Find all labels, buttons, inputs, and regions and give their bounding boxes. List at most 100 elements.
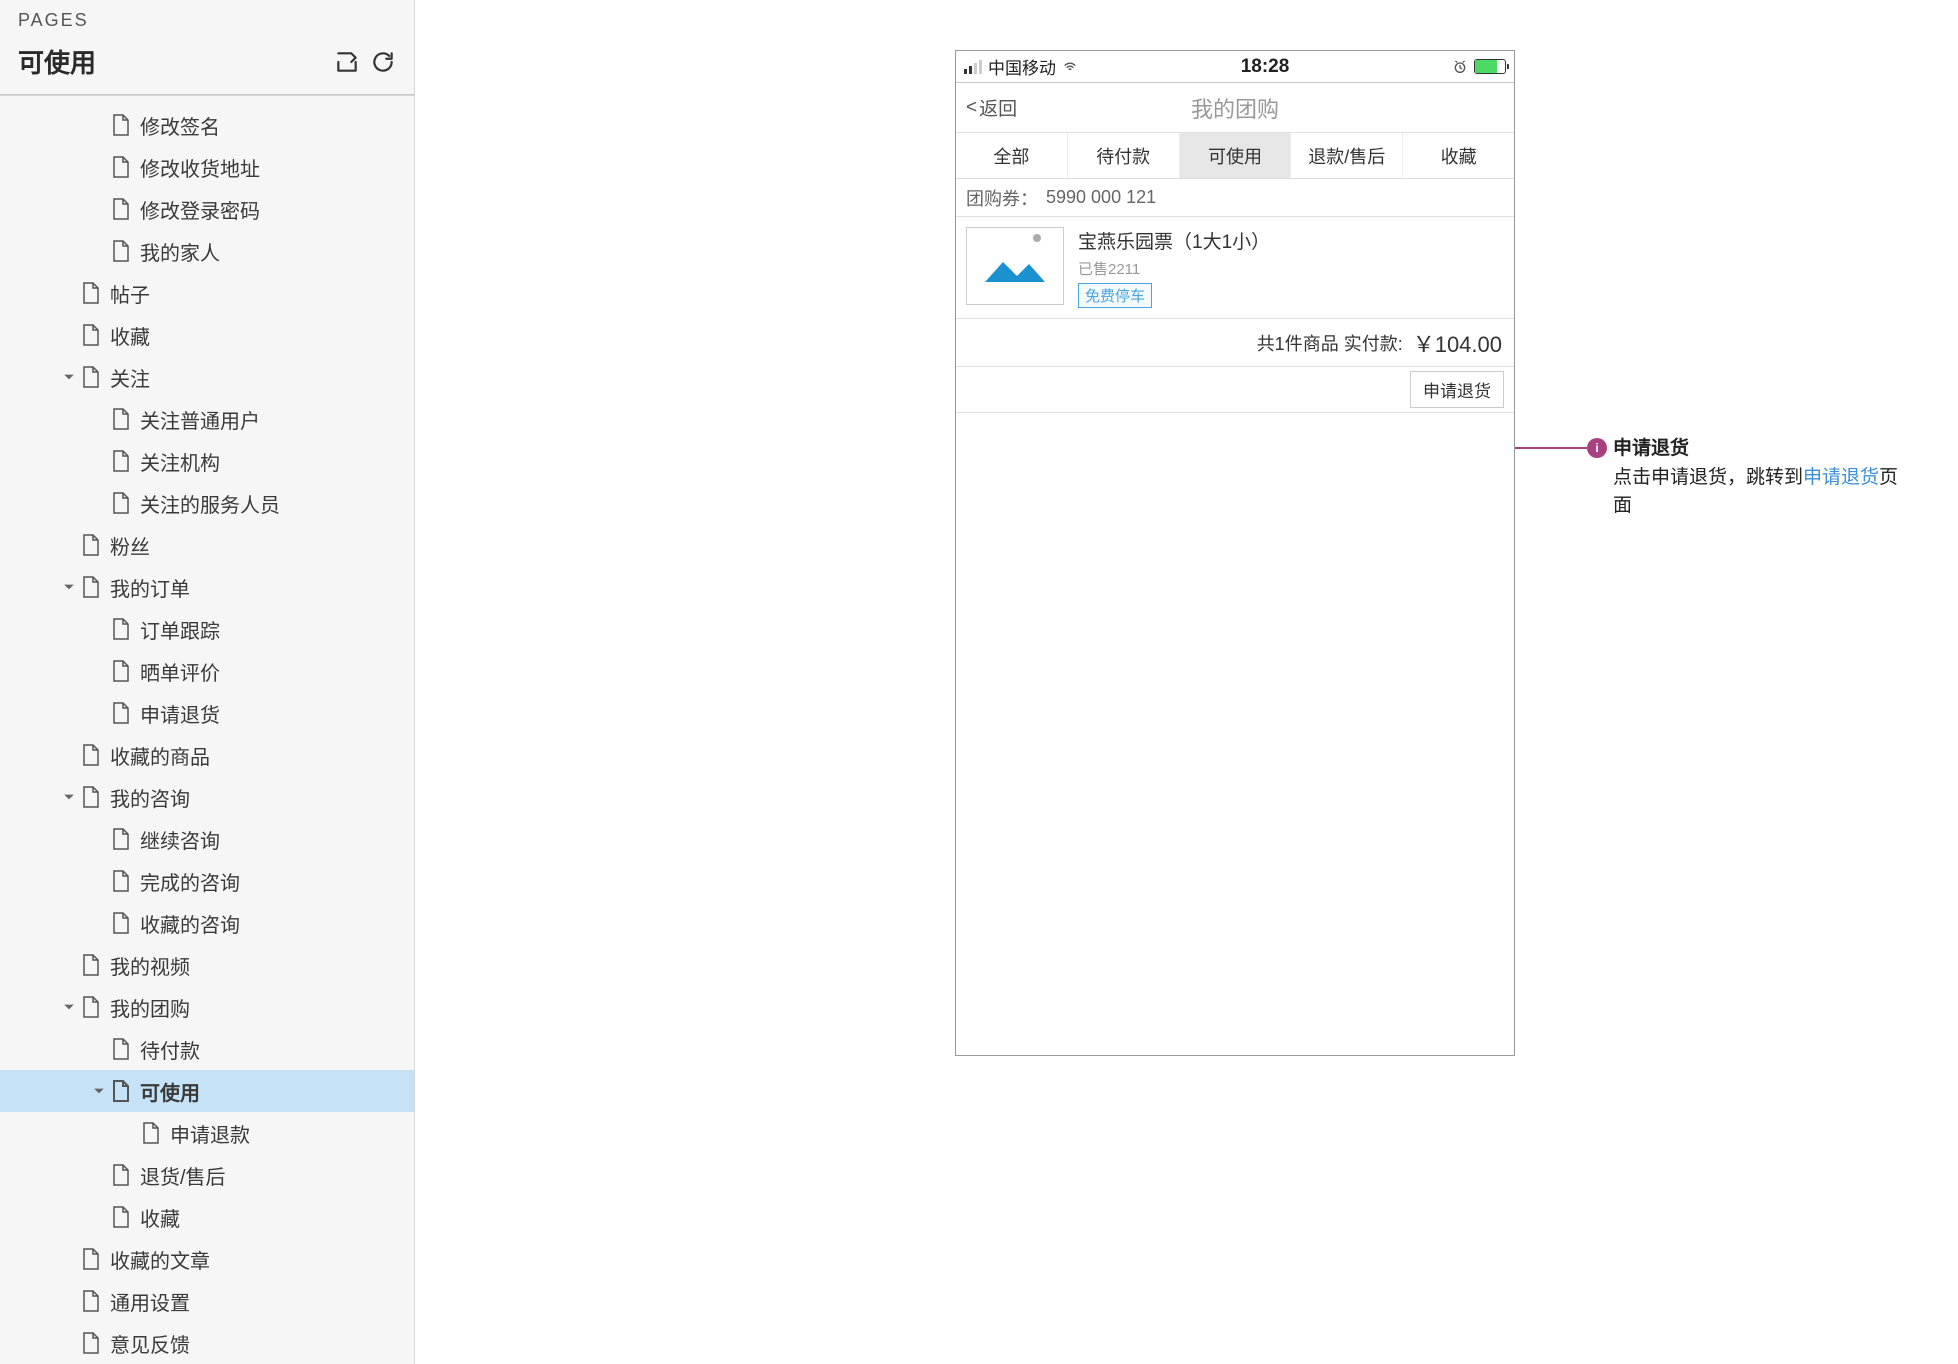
- sidebar-item[interactable]: 关注: [0, 356, 414, 398]
- tree-arrow-icon[interactable]: [90, 662, 108, 680]
- carrier-label: 中国移动: [988, 54, 1056, 79]
- tree-arrow-icon[interactable]: [90, 872, 108, 890]
- tree-arrow-icon[interactable]: [60, 1292, 78, 1310]
- tree-arrow-icon[interactable]: [90, 116, 108, 134]
- sidebar-item[interactable]: 关注机构: [0, 440, 414, 482]
- tree-arrow-icon[interactable]: [90, 1166, 108, 1184]
- coupon-row: 团购券： 5990 000 121: [956, 179, 1514, 217]
- sidebar-item[interactable]: 关注普通用户: [0, 398, 414, 440]
- tree-arrow-icon[interactable]: [90, 830, 108, 848]
- tree-arrow-icon[interactable]: [60, 536, 78, 554]
- sidebar-item[interactable]: 我的家人: [0, 230, 414, 272]
- sidebar-item[interactable]: 帖子: [0, 272, 414, 314]
- sidebar-item-label: 关注普通用户: [140, 405, 260, 434]
- sidebar-item[interactable]: 申请退货: [0, 692, 414, 734]
- sidebar-item-label: 收藏的商品: [110, 741, 210, 770]
- sidebar-item[interactable]: 收藏的咨询: [0, 902, 414, 944]
- sidebar-item[interactable]: 收藏: [0, 314, 414, 356]
- sidebar-item-label: 继续咨询: [140, 825, 220, 854]
- action-row: 申请退货: [956, 367, 1514, 413]
- tree-arrow-icon[interactable]: [90, 704, 108, 722]
- tree-arrow-icon[interactable]: [90, 914, 108, 932]
- annotation-link[interactable]: 申请退货: [1803, 467, 1879, 488]
- sidebar-item[interactable]: 修改签名: [0, 104, 414, 146]
- product-row[interactable]: 宝燕乐园票（1大1小） 已售2211 免费停车: [956, 217, 1514, 319]
- tree-arrow-icon[interactable]: [90, 158, 108, 176]
- tab[interactable]: 全部: [956, 133, 1068, 178]
- tree-arrow-icon[interactable]: [60, 326, 78, 344]
- sidebar-item[interactable]: 我的视频: [0, 944, 414, 986]
- tab[interactable]: 待付款: [1068, 133, 1180, 178]
- tab[interactable]: 退款/售后: [1291, 133, 1403, 178]
- sidebar-item[interactable]: 粉丝: [0, 524, 414, 566]
- sidebar-item[interactable]: 退货/售后: [0, 1154, 414, 1196]
- wifi-icon: [1062, 59, 1078, 75]
- sidebar-item[interactable]: 我的团购: [0, 986, 414, 1028]
- refund-button[interactable]: 申请退货: [1410, 371, 1504, 408]
- page-title: 可使用: [18, 43, 96, 80]
- tree-arrow-icon[interactable]: [60, 956, 78, 974]
- tree-arrow-icon[interactable]: [60, 788, 78, 806]
- sidebar-item[interactable]: 关注的服务人员: [0, 482, 414, 524]
- tree-arrow-icon[interactable]: [60, 1334, 78, 1352]
- sidebar-item[interactable]: 订单跟踪: [0, 608, 414, 650]
- sidebar-item[interactable]: 修改登录密码: [0, 188, 414, 230]
- tree-arrow-icon[interactable]: [90, 452, 108, 470]
- tree-arrow-icon[interactable]: [60, 368, 78, 386]
- sidebar-item[interactable]: 继续咨询: [0, 818, 414, 860]
- tree-arrow-icon[interactable]: [60, 284, 78, 302]
- tree-arrow-icon[interactable]: [90, 242, 108, 260]
- page-tree[interactable]: 修改签名修改收货地址修改登录密码我的家人帖子收藏关注关注普通用户关注机构关注的服…: [0, 96, 414, 1364]
- sidebar-item-label: 关注机构: [140, 447, 220, 476]
- annotation-line: [1515, 447, 1587, 449]
- sidebar-item[interactable]: 收藏的商品: [0, 734, 414, 776]
- tree-arrow-icon[interactable]: [120, 1124, 138, 1142]
- sidebar-item[interactable]: 修改收货地址: [0, 146, 414, 188]
- coupon-value: 5990 000 121: [1046, 187, 1156, 208]
- sidebar-item[interactable]: 可使用: [0, 1070, 414, 1112]
- tree-arrow-icon[interactable]: [60, 746, 78, 764]
- summary-row: 共1件商品 实付款: ￥104.00: [956, 319, 1514, 367]
- order-tabs: 全部待付款可使用退款/售后收藏: [956, 133, 1514, 179]
- nav-title: 我的团购: [956, 92, 1514, 124]
- sidebar-item[interactable]: 晒单评价: [0, 650, 414, 692]
- sidebar-item[interactable]: 收藏: [0, 1196, 414, 1238]
- tree-arrow-icon[interactable]: [90, 620, 108, 638]
- tree-arrow-icon[interactable]: [90, 200, 108, 218]
- summary-price: ￥104.00: [1413, 327, 1502, 359]
- status-time: 18:28: [1241, 56, 1290, 78]
- annotation-marker-icon[interactable]: i: [1587, 438, 1607, 458]
- back-button[interactable]: < 返回: [966, 94, 1017, 121]
- sidebar-item-label: 可使用: [140, 1077, 200, 1106]
- tree-arrow-icon[interactable]: [90, 1082, 108, 1100]
- sidebar-item[interactable]: 完成的咨询: [0, 860, 414, 902]
- sidebar-item[interactable]: 我的订单: [0, 566, 414, 608]
- sidebar-item-label: 关注: [110, 363, 150, 392]
- annotation-before: 点击申请退货，跳转到: [1613, 467, 1803, 488]
- tree-arrow-icon[interactable]: [60, 578, 78, 596]
- tab[interactable]: 可使用: [1180, 133, 1292, 178]
- tree-arrow-icon[interactable]: [90, 1208, 108, 1226]
- chevron-left-icon: <: [966, 97, 977, 119]
- nav-bar: < 返回 我的团购: [956, 83, 1514, 133]
- tree-arrow-icon[interactable]: [60, 1250, 78, 1268]
- sidebar-item[interactable]: 通用设置: [0, 1280, 414, 1322]
- tree-arrow-icon[interactable]: [90, 494, 108, 512]
- sidebar-item[interactable]: 申请退款: [0, 1112, 414, 1154]
- sidebar-item[interactable]: 收藏的文章: [0, 1238, 414, 1280]
- title-icons: [334, 49, 396, 75]
- tree-arrow-icon[interactable]: [60, 998, 78, 1016]
- tree-arrow-icon[interactable]: [90, 1040, 108, 1058]
- tab[interactable]: 收藏: [1403, 133, 1514, 178]
- sidebar-item[interactable]: 意见反馈: [0, 1322, 414, 1364]
- sidebar-item[interactable]: 待付款: [0, 1028, 414, 1070]
- product-image-placeholder: [966, 227, 1064, 305]
- sidebar-item[interactable]: 我的咨询: [0, 776, 414, 818]
- share-icon[interactable]: [334, 49, 360, 75]
- refresh-icon[interactable]: [370, 49, 396, 75]
- sidebar-item-label: 帖子: [110, 279, 150, 308]
- sidebar-header: PAGES 可使用: [0, 0, 414, 94]
- canvas: 中国移动 18:28 < 返回 我的团购 全部待付款可使用退款/售后收藏 团购券…: [415, 0, 1958, 1364]
- sidebar-item-label: 通用设置: [110, 1287, 190, 1316]
- tree-arrow-icon[interactable]: [90, 410, 108, 428]
